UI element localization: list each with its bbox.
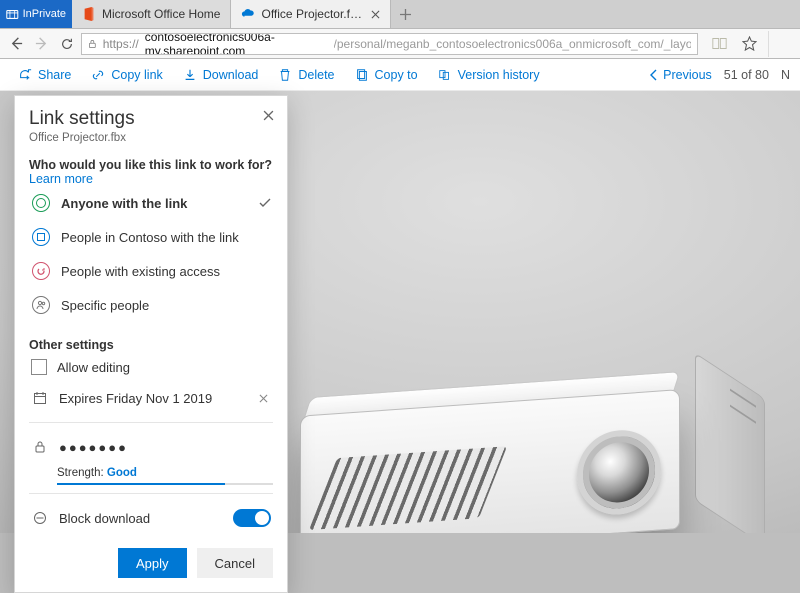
panel-filename: Office Projector.fbx xyxy=(29,132,273,144)
strength-value: Good xyxy=(107,467,137,479)
back-button[interactable] xyxy=(6,31,27,57)
tab-title: Office Projector.fbx - OneDrive xyxy=(261,7,364,21)
favorite-button[interactable] xyxy=(736,31,762,57)
scope-option-specific[interactable]: Specific people xyxy=(29,288,273,322)
history-icon xyxy=(438,68,452,82)
arrow-right-icon xyxy=(34,36,49,51)
arrow-left-icon xyxy=(9,36,24,51)
clear-expiration-button[interactable] xyxy=(255,390,271,406)
chevron-left-icon xyxy=(649,69,659,81)
new-tab-button[interactable] xyxy=(391,0,419,28)
url-host: contosoelectronics006a-my.sharepoint.com xyxy=(145,33,328,55)
people-icon xyxy=(32,296,50,314)
allow-editing-checkbox[interactable] xyxy=(31,359,47,375)
calendar-icon xyxy=(31,389,49,407)
previous-button[interactable]: Previous xyxy=(649,68,712,82)
copy-link-button[interactable]: Copy link xyxy=(83,64,170,86)
download-label: Download xyxy=(203,68,259,82)
item-counter: 51 of 80 xyxy=(724,68,769,82)
inprivate-badge: InPrivate xyxy=(0,0,72,28)
delete-button[interactable]: Delete xyxy=(270,64,342,86)
inprivate-label: InPrivate xyxy=(23,8,66,20)
scope-option-label: People in Contoso with the link xyxy=(61,230,239,245)
scope-option-label: Anyone with the link xyxy=(61,196,187,211)
learn-more-link[interactable]: Learn more xyxy=(29,172,93,186)
block-download-toggle[interactable] xyxy=(233,509,271,527)
url-input[interactable]: https://contosoelectronics006a-my.sharep… xyxy=(81,33,698,55)
url-path: /personal/meganb_contosoelectronics006a_… xyxy=(334,37,691,51)
share-label: Share xyxy=(38,68,71,82)
expiration-value: Friday Nov 1 2019 xyxy=(106,391,212,406)
close-icon xyxy=(259,394,268,403)
divider xyxy=(29,493,273,494)
version-history-label: Version history xyxy=(458,68,540,82)
office-icon xyxy=(82,7,96,21)
refresh-icon xyxy=(60,37,74,51)
download-button[interactable]: Download xyxy=(175,64,267,86)
browser-address-bar: https://contosoelectronics006a-my.sharep… xyxy=(0,29,800,59)
allow-editing-label: Allow editing xyxy=(57,360,130,375)
star-icon xyxy=(742,36,757,51)
divider xyxy=(29,422,273,423)
plus-icon xyxy=(400,9,411,20)
lock-icon xyxy=(31,438,49,456)
copy-to-button[interactable]: Copy to xyxy=(347,64,426,86)
scope-option-org[interactable]: People in Contoso with the link xyxy=(29,220,273,254)
file-toolbar: Share Copy link Download Delete Copy to … xyxy=(0,59,800,91)
share-button[interactable]: Share xyxy=(10,64,79,86)
apply-button[interactable]: Apply xyxy=(118,548,187,578)
block-download-label: Block download xyxy=(59,511,150,526)
password-value: ●●●●●●● xyxy=(59,440,128,455)
check-icon xyxy=(259,196,271,211)
building-icon xyxy=(32,228,50,246)
content-area: Link settings Office Projector.fbx Who w… xyxy=(0,91,800,533)
block-download-row: Block download xyxy=(29,502,273,534)
next-button-truncated[interactable]: N xyxy=(781,68,790,82)
more-button[interactable] xyxy=(768,31,794,57)
trash-icon xyxy=(278,68,292,82)
panel-title: Link settings xyxy=(29,108,273,130)
scope-option-label: People with existing access xyxy=(61,264,220,279)
cancel-button[interactable]: Cancel xyxy=(197,548,273,578)
onedrive-icon xyxy=(241,7,255,21)
tab-close-button[interactable] xyxy=(370,6,380,22)
block-icon xyxy=(31,509,49,527)
scope-option-anyone[interactable]: Anyone with the link xyxy=(29,186,273,220)
link-icon xyxy=(91,68,105,82)
scope-question: Who would you like this link to work for… xyxy=(29,158,273,186)
browser-tabstrip: InPrivate Microsoft Office Home Office P… xyxy=(0,0,800,29)
lock-icon xyxy=(88,38,97,50)
close-panel-button[interactable] xyxy=(259,106,277,124)
allow-editing-row[interactable]: Allow editing xyxy=(29,352,273,382)
link-settings-panel: Link settings Office Projector.fbx Who w… xyxy=(14,95,288,593)
share-icon xyxy=(18,68,32,82)
book-icon xyxy=(712,37,727,50)
reading-view-button[interactable] xyxy=(706,31,732,57)
tab-office-home[interactable]: Microsoft Office Home xyxy=(72,0,231,28)
close-icon xyxy=(371,10,380,19)
tab-office-projector[interactable]: Office Projector.fbx - OneDrive xyxy=(231,0,391,28)
previous-label: Previous xyxy=(663,68,712,82)
scope-option-existing[interactable]: People with existing access xyxy=(29,254,273,288)
other-settings-heading: Other settings xyxy=(29,338,273,352)
globe-icon xyxy=(32,194,50,212)
password-row[interactable]: ●●●●●●● xyxy=(29,431,273,463)
close-icon xyxy=(263,110,274,121)
password-strength: Strength: Good xyxy=(29,467,273,485)
version-history-button[interactable]: Version history xyxy=(430,64,548,86)
inprivate-icon xyxy=(6,8,19,21)
delete-label: Delete xyxy=(298,68,334,82)
forward-button[interactable] xyxy=(31,31,52,57)
tab-title: Microsoft Office Home xyxy=(102,7,220,21)
expiration-row[interactable]: Expires Friday Nov 1 2019 xyxy=(29,382,273,414)
copy-to-label: Copy to xyxy=(375,68,418,82)
download-icon xyxy=(183,68,197,82)
refresh-button[interactable] xyxy=(56,31,77,57)
copy-link-label: Copy link xyxy=(111,68,162,82)
copy-icon xyxy=(355,68,369,82)
refresh-people-icon xyxy=(32,262,50,280)
scope-option-label: Specific people xyxy=(61,298,149,313)
projector-model xyxy=(300,386,720,533)
strength-bar xyxy=(57,483,273,485)
